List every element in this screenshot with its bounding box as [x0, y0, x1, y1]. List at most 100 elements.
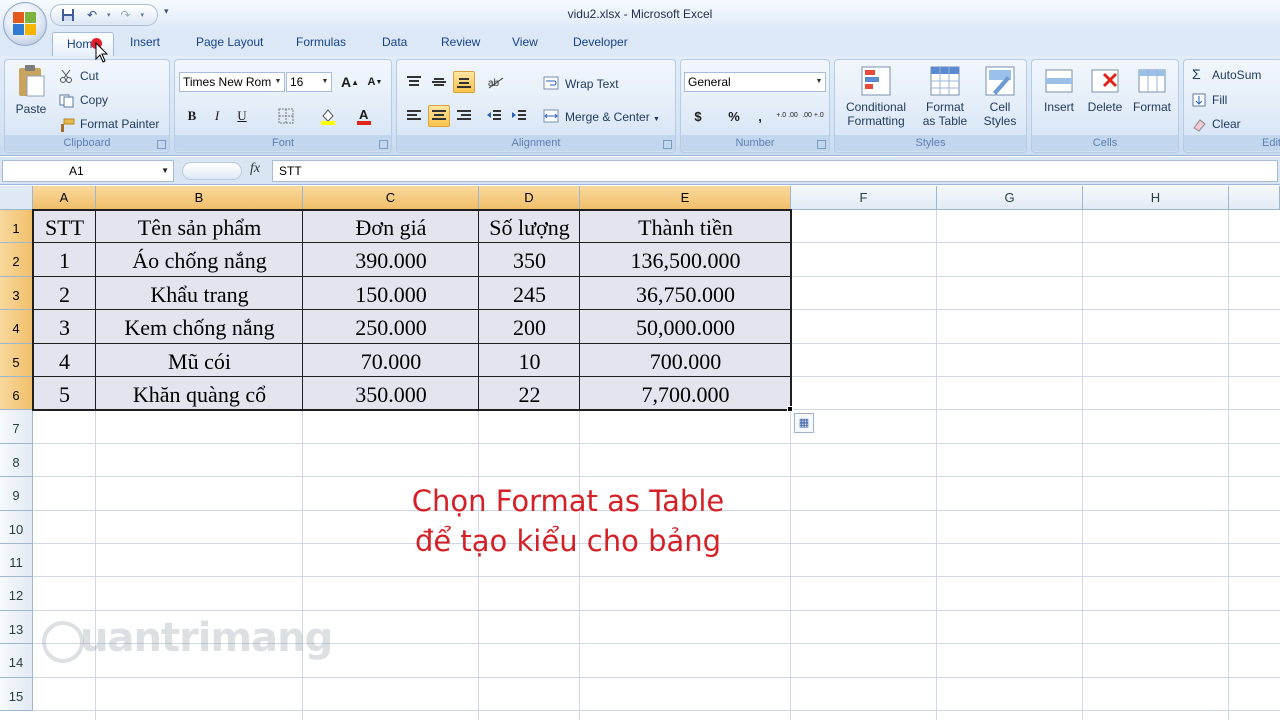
increase-indent-icon[interactable] [508, 105, 530, 127]
fill-color-icon[interactable] [317, 105, 339, 127]
table-cell[interactable]: 150.000 [303, 277, 479, 310]
table-cell[interactable]: Áo chống nắng [96, 243, 303, 276]
table-cell[interactable]: 5 [33, 377, 96, 410]
italic-button[interactable]: I [206, 105, 228, 127]
autosum-icon[interactable]: Σ [1192, 66, 1201, 82]
formula-input[interactable]: STT [272, 160, 1278, 182]
format-painter-button[interactable]: Format Painter [80, 117, 159, 131]
row-header-10[interactable]: 10 [0, 510, 33, 544]
table-cell[interactable]: Mũ cói [96, 344, 303, 377]
row-header-12[interactable]: 12 [0, 577, 33, 611]
fill-handle[interactable] [787, 406, 793, 413]
wrap-text-icon[interactable] [543, 75, 559, 91]
insert-function-icon[interactable]: fx [250, 161, 260, 177]
table-cell[interactable]: 36,750.000 [580, 277, 791, 310]
table-header-cell[interactable]: STT [33, 210, 96, 243]
table-cell[interactable]: 350.000 [303, 377, 479, 410]
cell-styles-button[interactable]: Cell Styles [975, 66, 1025, 128]
table-cell[interactable]: 200 [479, 310, 580, 343]
column-header-d[interactable]: D [479, 186, 580, 210]
insert-cells-button[interactable]: Insert [1036, 66, 1082, 114]
row-header-15[interactable]: 15 [0, 677, 33, 711]
row-header-1[interactable]: 1 [0, 210, 33, 244]
decrease-indent-icon[interactable] [483, 105, 505, 127]
table-cell[interactable]: Khăn quàng cổ [96, 377, 303, 410]
fill-down-icon[interactable] [1192, 92, 1208, 108]
row-header-7[interactable]: 7 [0, 410, 33, 444]
font-launcher-icon[interactable] [379, 140, 388, 149]
table-cell[interactable]: 350 [479, 243, 580, 276]
tab-data[interactable]: Data [382, 35, 407, 49]
table-cell[interactable]: 50,000.000 [580, 310, 791, 343]
font-size-select[interactable]: 16 ▼ [286, 72, 332, 92]
borders-icon[interactable] [275, 105, 297, 127]
underline-button[interactable]: U [231, 105, 253, 127]
merge-center-button[interactable]: Merge & Center ▼ [565, 110, 660, 124]
currency-button[interactable]: $ [687, 105, 709, 127]
name-box[interactable]: A1 ▼ [2, 160, 174, 182]
comma-button[interactable]: , [749, 105, 771, 127]
table-cell[interactable]: 2 [33, 277, 96, 310]
format-cells-button[interactable]: Format [1128, 66, 1176, 114]
table-cell[interactable]: Khẩu trang [96, 277, 303, 310]
bold-button[interactable]: B [181, 105, 203, 127]
table-cell[interactable]: 245 [479, 277, 580, 310]
increase-decimal-button[interactable]: +.0 .00 [775, 105, 799, 127]
percent-button[interactable]: % [723, 105, 745, 127]
table-cell[interactable]: 4 [33, 344, 96, 377]
format-painter-icon[interactable] [59, 117, 75, 133]
table-cell[interactable]: 70.000 [303, 344, 479, 377]
row-header-4[interactable]: 4 [0, 310, 33, 344]
tab-view[interactable]: View [512, 35, 538, 49]
align-left-icon[interactable] [403, 105, 425, 127]
table-cell[interactable]: 700.000 [580, 344, 791, 377]
row-header-2[interactable]: 2 [0, 243, 33, 277]
row-header-13[interactable]: 13 [0, 610, 33, 645]
font-color-icon[interactable]: A [353, 105, 375, 127]
align-top-icon[interactable] [403, 71, 425, 93]
tab-review[interactable]: Review [441, 35, 480, 49]
column-header-e[interactable]: E [580, 186, 791, 210]
table-header-cell[interactable]: Tên sản phẩm [96, 210, 303, 243]
office-button[interactable] [3, 2, 47, 46]
table-cell[interactable]: 3 [33, 310, 96, 343]
wrap-text-button[interactable]: Wrap Text [565, 77, 619, 91]
row-header-5[interactable]: 5 [0, 343, 33, 377]
clear-button[interactable]: Clear [1212, 117, 1241, 131]
table-cell[interactable]: 250.000 [303, 310, 479, 343]
select-all-button[interactable] [0, 186, 33, 210]
table-header-cell[interactable]: Số lượng [479, 210, 580, 243]
tab-page-layout[interactable]: Page Layout [196, 35, 263, 49]
table-cell[interactable]: 1 [33, 243, 96, 276]
column-header-h[interactable]: H [1083, 186, 1229, 210]
cut-button[interactable]: Cut [80, 69, 99, 83]
table-cell[interactable]: 390.000 [303, 243, 479, 276]
conditional-formatting-button[interactable]: Conditional Formatting [839, 66, 913, 128]
table-cell[interactable]: 22 [479, 377, 580, 410]
table-cell[interactable]: 136,500.000 [580, 243, 791, 276]
copy-button[interactable]: Copy [80, 93, 108, 107]
row-header-9[interactable]: 9 [0, 477, 33, 511]
fill-button[interactable]: Fill [1212, 93, 1227, 107]
align-middle-icon[interactable] [428, 71, 450, 93]
copy-icon[interactable] [59, 93, 75, 109]
tab-formulas[interactable]: Formulas [296, 35, 346, 49]
merge-center-icon[interactable] [543, 108, 559, 124]
grow-font-button[interactable]: A ▲ [339, 71, 361, 93]
column-header-b[interactable]: B [96, 186, 303, 210]
row-header-11[interactable]: 11 [0, 544, 33, 578]
clipboard-launcher-icon[interactable] [157, 140, 166, 149]
tab-developer[interactable]: Developer [573, 35, 628, 49]
number-format-select[interactable]: General ▼ [684, 72, 826, 92]
column-header-g[interactable]: G [937, 186, 1083, 210]
decrease-decimal-button[interactable]: .00 +.0 [801, 105, 825, 127]
table-cell[interactable]: Kem chống nắng [96, 310, 303, 343]
row-header-3[interactable]: 3 [0, 276, 33, 311]
paste-options-icon[interactable]: ▦ [794, 413, 814, 434]
paste-button[interactable]: Paste [11, 64, 51, 116]
column-header-next[interactable] [1229, 186, 1280, 210]
orientation-icon[interactable]: ab [485, 71, 507, 93]
alignment-launcher-icon[interactable] [663, 140, 672, 149]
shrink-font-button[interactable]: A ▼ [364, 71, 386, 93]
number-launcher-icon[interactable] [817, 140, 826, 149]
